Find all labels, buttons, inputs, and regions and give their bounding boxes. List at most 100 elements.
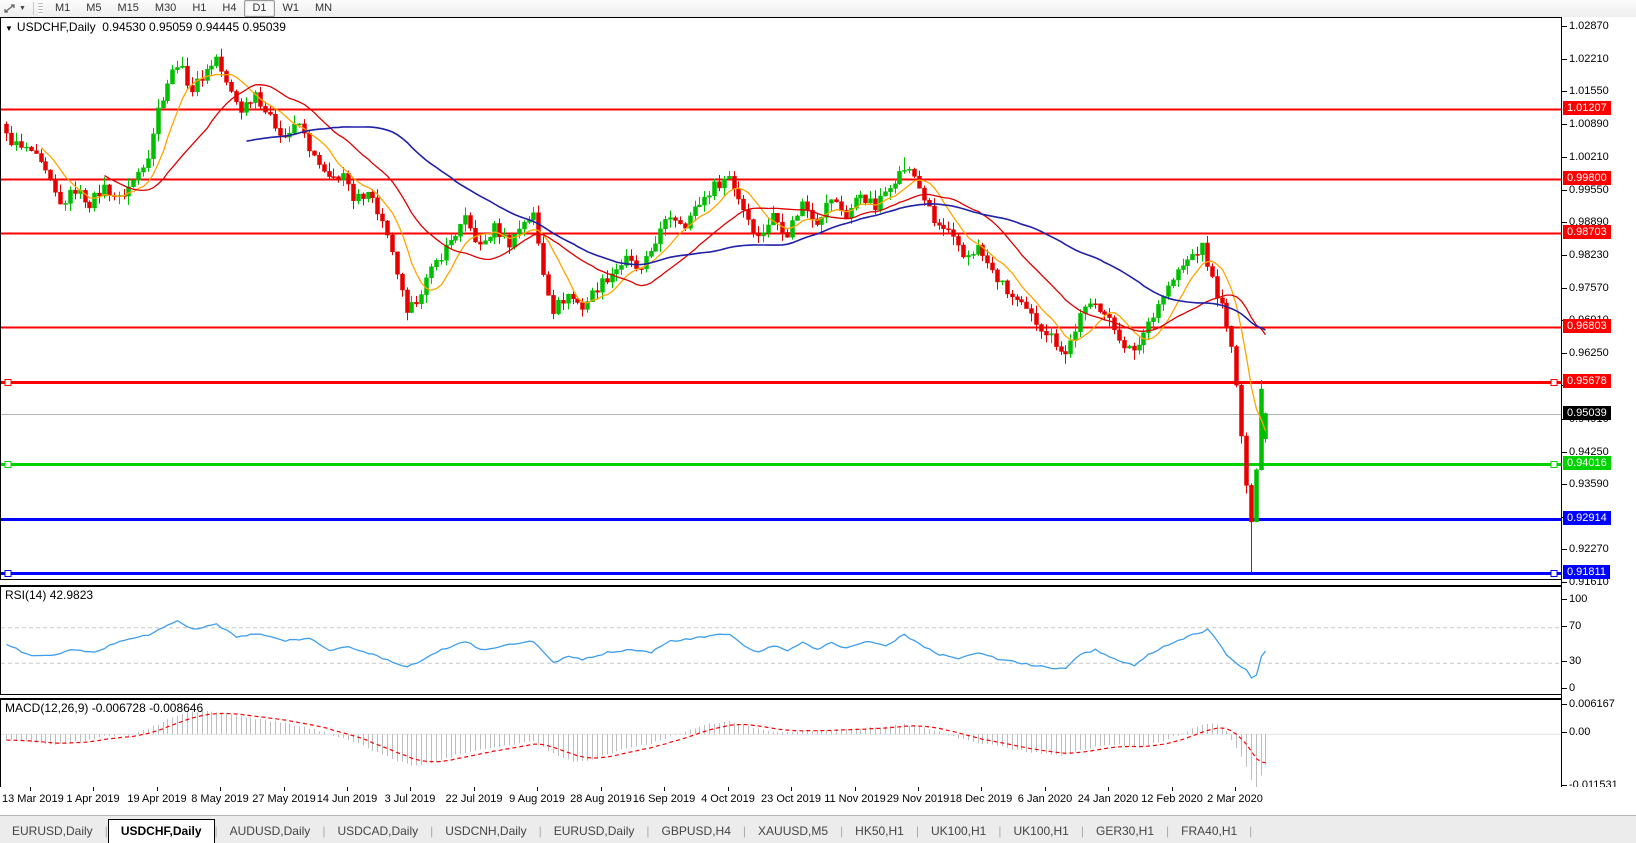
line-handle[interactable] [1551, 380, 1557, 386]
date-label: 4 Oct 2019 [701, 793, 755, 805]
date-label: 6 Jan 2020 [1018, 793, 1072, 805]
date-label: 1 Apr 2019 [66, 793, 119, 805]
timeframe-button-m1[interactable]: M1 [47, 0, 78, 17]
price-tick-label: 1.00210 [1569, 151, 1609, 163]
price-tick-label: 0.98230 [1569, 249, 1609, 261]
chart-tab-uk100-h1[interactable]: UK100,H1 [919, 820, 998, 843]
line-handle[interactable] [5, 380, 11, 386]
date-tick-mark [601, 787, 602, 791]
price-axis[interactable]: 1.028701.022101.015501.008901.002100.995… [1561, 17, 1636, 788]
macd-histogram [7, 711, 1266, 788]
symbol-dropdown-icon[interactable]: ▼ [5, 24, 13, 33]
chart-tab-hk50-h1[interactable]: HK50,H1 [843, 820, 916, 843]
dropdown-caret-icon[interactable]: ▼ [19, 5, 26, 12]
hline-0.95678[interactable] [1, 380, 1562, 386]
price-badge-0.91811: 0.91811 [1563, 565, 1610, 579]
chart-tab-usdcad-daily[interactable]: USDCAD,Daily [325, 820, 430, 843]
macd-scale-label: 0.00 [1569, 726, 1590, 738]
price-tick-label: 0.96250 [1569, 347, 1609, 359]
chart-tab-audusd-daily[interactable]: AUDUSD,Daily [218, 820, 323, 843]
rsi-panel[interactable]: RSI(14) 42.9823 [0, 585, 1562, 694]
date-tick-mark [1235, 787, 1236, 791]
price-badge-0.92914: 0.92914 [1563, 511, 1611, 525]
date-label: 14 Jun 2019 [317, 793, 378, 805]
date-tick-mark [664, 787, 665, 791]
axis-tick-mark [1562, 59, 1567, 60]
timeframe-button-mn[interactable]: MN [307, 0, 340, 17]
timeframe-toolbar: ▼ M1M5M15M30H1H4D1W1MN [0, 0, 1636, 18]
price-badge-0.94016: 0.94016 [1563, 456, 1611, 470]
date-label: 23 Oct 2019 [761, 793, 821, 805]
chart-tab-eurusd-daily[interactable]: EURUSD,Daily [0, 820, 105, 843]
chart-tab-bar: EURUSD,Daily|USDCHF,Daily|AUDUSD,Daily|U… [0, 815, 1636, 843]
timeframe-button-d1[interactable]: D1 [244, 0, 274, 17]
date-label: 29 Nov 2019 [887, 793, 949, 805]
date-label: 22 Jul 2019 [446, 793, 503, 805]
price-tick-label: 0.93590 [1569, 478, 1609, 490]
axis-tick-mark [1562, 288, 1567, 289]
date-label: 18 Dec 2019 [950, 793, 1012, 805]
price-badge-0.98703: 0.98703 [1563, 225, 1611, 239]
axis-tick-mark [1562, 124, 1567, 125]
toolbar-grip[interactable] [38, 3, 43, 15]
date-tick-mark [537, 787, 538, 791]
timeframe-button-m15[interactable]: M15 [110, 0, 147, 17]
main-chart-panel[interactable]: ▼USDCHF,Daily 0.94530 0.95059 0.94445 0.… [0, 17, 1562, 580]
axis-tick-mark [1562, 222, 1567, 223]
price-tick-label: 1.00890 [1569, 118, 1609, 130]
axis-tick-mark [1562, 732, 1567, 733]
chart-tab-usdchf-daily[interactable]: USDCHF,Daily [108, 819, 215, 843]
axis-tick-mark [1562, 626, 1567, 627]
timeframe-button-h4[interactable]: H4 [214, 0, 244, 17]
axis-tick-mark [1562, 190, 1567, 191]
date-label: 11 Nov 2019 [824, 793, 886, 805]
axis-tick-mark [1562, 785, 1567, 786]
hline-0.94016[interactable] [1, 462, 1562, 468]
panel-splitter[interactable] [0, 579, 1561, 584]
timeframe-button-w1[interactable]: W1 [275, 0, 308, 17]
ma-21 [105, 85, 1266, 335]
chart-tab-xauusd-m5[interactable]: XAUUSD,M5 [746, 820, 840, 843]
date-tick-mark [1172, 787, 1173, 791]
date-label: 3 Jul 2019 [385, 793, 436, 805]
current-price-badge: 0.95039 [1563, 406, 1611, 420]
line-handle[interactable] [1551, 571, 1557, 577]
chart-tab-gbpusd-h4[interactable]: GBPUSD,H4 [650, 820, 743, 843]
toolbar-separator [33, 2, 34, 15]
macd-signal-value: -0.008646 [149, 701, 203, 715]
mt4-terminal: { "toolbar": { "timeframes": ["M1","M5",… [0, 0, 1636, 842]
line-handle[interactable] [5, 571, 11, 577]
chart-tab-eurusd-daily[interactable]: EURUSD,Daily [542, 820, 647, 843]
macd-value: -0.006728 [92, 701, 146, 715]
line-handle[interactable] [5, 462, 11, 468]
rsi-line [7, 621, 1266, 678]
axis-tick-mark [1562, 582, 1567, 583]
chart-tab-fra40-h1[interactable]: FRA40,H1 [1169, 820, 1249, 843]
rsi-label: RSI(14) 42.9823 [5, 588, 93, 602]
axis-tick-mark [1562, 157, 1567, 158]
date-tick-mark [157, 787, 158, 791]
candles [5, 49, 1268, 573]
hline-0.91811[interactable] [1, 571, 1562, 577]
date-tick-mark [918, 787, 919, 791]
price-badge-0.96803: 0.96803 [1563, 319, 1611, 333]
macd-panel[interactable]: MACD(12,26,9) -0.006728 -0.008646 [0, 698, 1562, 790]
timeframe-button-m30[interactable]: M30 [147, 0, 184, 17]
chart-tab-uk100-h1[interactable]: UK100,H1 [1001, 820, 1080, 843]
chart-tab-usdcnh-daily[interactable]: USDCNH,Daily [433, 820, 538, 843]
ohlc-close: 0.95039 [242, 20, 285, 34]
date-axis[interactable]: 13 Mar 20191 Apr 201919 Apr 20198 May 20… [0, 787, 1636, 813]
date-tick-mark [30, 787, 31, 791]
date-label: 16 Sep 2019 [633, 793, 695, 805]
chart-cursor-icon[interactable] [3, 3, 17, 15]
axis-tick-mark [1562, 599, 1567, 600]
price-tick-label: 1.01550 [1569, 85, 1609, 97]
chart-tab-ger30-h1[interactable]: GER30,H1 [1084, 820, 1166, 843]
symbol-period: USDCHF,Daily [17, 20, 96, 34]
timeframe-button-m5[interactable]: M5 [78, 0, 109, 17]
macd-label: MACD(12,26,9) -0.006728 -0.008646 [5, 701, 203, 715]
axis-tick-mark [1562, 26, 1567, 27]
price-badge-0.95678: 0.95678 [1563, 374, 1611, 388]
timeframe-button-h1[interactable]: H1 [184, 0, 214, 17]
line-handle[interactable] [1551, 462, 1557, 468]
